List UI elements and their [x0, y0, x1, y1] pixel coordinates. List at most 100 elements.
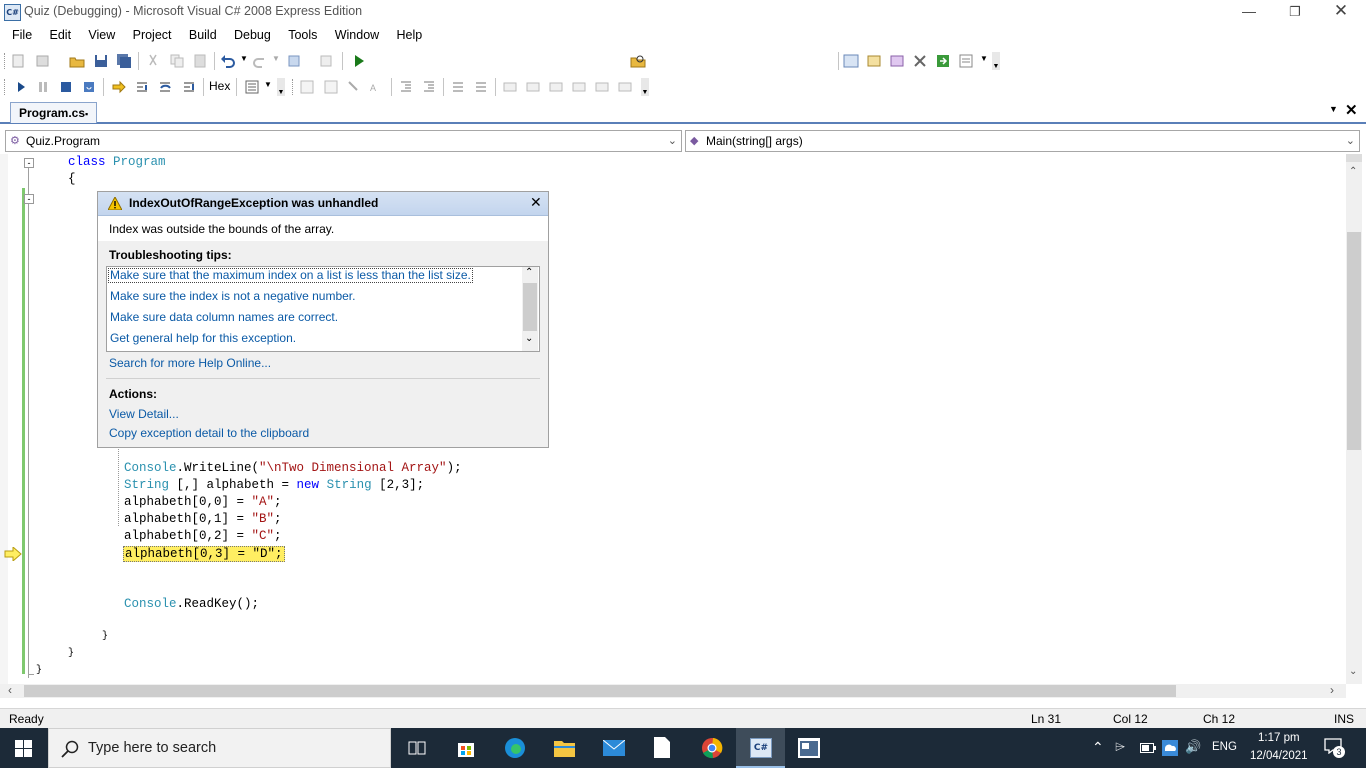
onedrive-icon[interactable]: [1162, 740, 1178, 756]
decrease-indent-icon[interactable]: [398, 79, 414, 95]
scroll-left-icon[interactable]: ‹: [8, 683, 12, 697]
increase-indent-icon[interactable]: [421, 79, 437, 95]
scroll-up-icon[interactable]: ⌃: [1349, 166, 1357, 177]
stop-debugging-icon[interactable]: [58, 79, 74, 95]
solution-explorer-icon[interactable]: [843, 53, 859, 69]
scroll-up-icon[interactable]: ⌃: [525, 267, 533, 278]
toolbar-grip[interactable]: [292, 79, 296, 95]
navigate-forward-icon[interactable]: [319, 53, 335, 69]
uncomment-icon[interactable]: [473, 79, 489, 95]
other-windows-icon[interactable]: [958, 53, 974, 69]
toolbox-icon[interactable]: [912, 53, 928, 69]
chevron-down-icon[interactable]: ▼: [980, 54, 988, 63]
show-hidden-icons-icon[interactable]: ⌃: [1092, 739, 1104, 756]
view-detail-link[interactable]: View Detail...: [109, 407, 179, 421]
input-language[interactable]: ENG: [1212, 741, 1237, 753]
tip-link[interactable]: Make sure that the maximum index on a li…: [108, 268, 473, 283]
tips-scrollbar[interactable]: ⌃ ⌄: [522, 267, 538, 351]
toolbar-options-icon[interactable]: ▼: [992, 52, 1000, 70]
collapse-icon[interactable]: -: [24, 194, 34, 204]
file-explorer-button[interactable]: [540, 728, 589, 768]
battery-icon[interactable]: [1140, 742, 1156, 754]
chrome-button[interactable]: [687, 728, 736, 768]
toggle-bookmark-icon[interactable]: [502, 79, 518, 95]
quick-info-icon[interactable]: [346, 79, 362, 95]
close-window-button[interactable]: ✕: [1318, 0, 1364, 24]
tip-link[interactable]: Get general help for this exception.: [110, 331, 296, 345]
minimize-button[interactable]: —: [1226, 0, 1272, 24]
scrollbar-thumb[interactable]: [523, 283, 537, 331]
open-file-icon[interactable]: [69, 53, 85, 69]
redo-icon[interactable]: [252, 53, 268, 69]
menu-help[interactable]: Help: [390, 24, 430, 46]
menu-debug[interactable]: Debug: [227, 24, 278, 46]
step-into-icon[interactable]: [134, 79, 150, 95]
restart-icon[interactable]: [81, 79, 97, 95]
tip-link[interactable]: Make sure data column names are correct.: [110, 310, 338, 324]
start-debugging-icon[interactable]: [351, 53, 367, 69]
toolbar-grip[interactable]: [4, 79, 8, 95]
step-out-icon[interactable]: [181, 79, 197, 95]
complete-word-icon[interactable]: A: [369, 79, 385, 95]
splitter-handle[interactable]: [1346, 154, 1362, 162]
scroll-right-icon[interactable]: ›: [1330, 683, 1334, 697]
taskbar-search-box[interactable]: Type here to search: [48, 728, 391, 768]
horizontal-scrollbar[interactable]: ‹ ›: [0, 683, 1346, 698]
menu-project[interactable]: Project: [126, 24, 179, 46]
menu-edit[interactable]: Edit: [43, 24, 79, 46]
edge-browser-button[interactable]: [491, 728, 540, 768]
comment-out-icon[interactable]: [450, 79, 466, 95]
new-project-icon[interactable]: [11, 53, 27, 69]
scrollbar-thumb[interactable]: [24, 685, 1176, 697]
window-app-button[interactable]: [785, 728, 834, 768]
clock-time[interactable]: 1:17 pm: [1258, 732, 1300, 744]
tip-link[interactable]: Make sure the index is not a negative nu…: [110, 289, 355, 303]
collapse-icon[interactable]: -: [24, 158, 34, 168]
menu-tools[interactable]: Tools: [281, 24, 324, 46]
clock-date[interactable]: 12/04/2021: [1250, 750, 1308, 762]
copy-icon[interactable]: [169, 53, 185, 69]
continue-icon[interactable]: [13, 79, 29, 95]
save-icon[interactable]: [93, 53, 109, 69]
restore-button[interactable]: ❐: [1272, 0, 1318, 24]
chevron-down-icon[interactable]: ▼: [264, 80, 272, 89]
members-combo[interactable]: ◆ Main(string[] args) ⌄: [685, 130, 1360, 152]
hex-display-button[interactable]: Hex: [209, 79, 230, 93]
microsoft-store-button[interactable]: [442, 728, 491, 768]
navigate-backward-icon[interactable]: [287, 53, 303, 69]
close-icon[interactable]: ✕: [530, 194, 542, 211]
toolbar-options-icon[interactable]: ▼: [277, 78, 285, 96]
show-next-statement-icon[interactable]: [111, 79, 127, 95]
step-over-icon[interactable]: [157, 79, 173, 95]
tab-program-cs[interactable]: Program.cs▪: [10, 102, 98, 123]
task-view-button[interactable]: [393, 728, 442, 768]
find-in-files-icon[interactable]: [630, 53, 646, 69]
breakpoints-window-icon[interactable]: [244, 79, 260, 95]
save-all-icon[interactable]: [116, 53, 132, 69]
next-bookmark-icon[interactable]: [548, 79, 564, 95]
windows-start-icon[interactable]: [15, 740, 32, 757]
scrollbar-thumb[interactable]: [1347, 232, 1361, 450]
next-bookmark-folder-icon[interactable]: [594, 79, 610, 95]
menu-file[interactable]: File: [5, 24, 39, 46]
previous-bookmark-folder-icon[interactable]: [571, 79, 587, 95]
indicator-margin[interactable]: [0, 154, 8, 684]
toolbar-options-icon[interactable]: ▼: [641, 78, 649, 96]
speaker-icon[interactable]: 🔊: [1185, 739, 1201, 755]
notepad-button[interactable]: [638, 728, 687, 768]
scroll-down-icon[interactable]: ⌄: [1349, 666, 1357, 677]
undo-icon[interactable]: [220, 53, 236, 69]
types-combo[interactable]: ⚙ Quiz.Program ⌄: [5, 130, 682, 152]
clear-bookmarks-icon[interactable]: [617, 79, 633, 95]
paste-icon[interactable]: [192, 53, 208, 69]
menu-view[interactable]: View: [81, 24, 122, 46]
add-item-icon[interactable]: [35, 53, 51, 69]
toolbar-grip[interactable]: [4, 53, 8, 69]
text-editor-icon[interactable]: [299, 79, 315, 95]
copy-exception-detail-link[interactable]: Copy exception detail to the clipboard: [109, 426, 309, 440]
properties-window-icon[interactable]: [866, 53, 882, 69]
redo-dropdown-icon[interactable]: ▼: [272, 54, 280, 63]
vertical-scrollbar[interactable]: ⌃ ⌄: [1346, 154, 1362, 684]
scroll-down-icon[interactable]: ⌄: [525, 333, 533, 344]
member-list-icon[interactable]: [323, 79, 339, 95]
